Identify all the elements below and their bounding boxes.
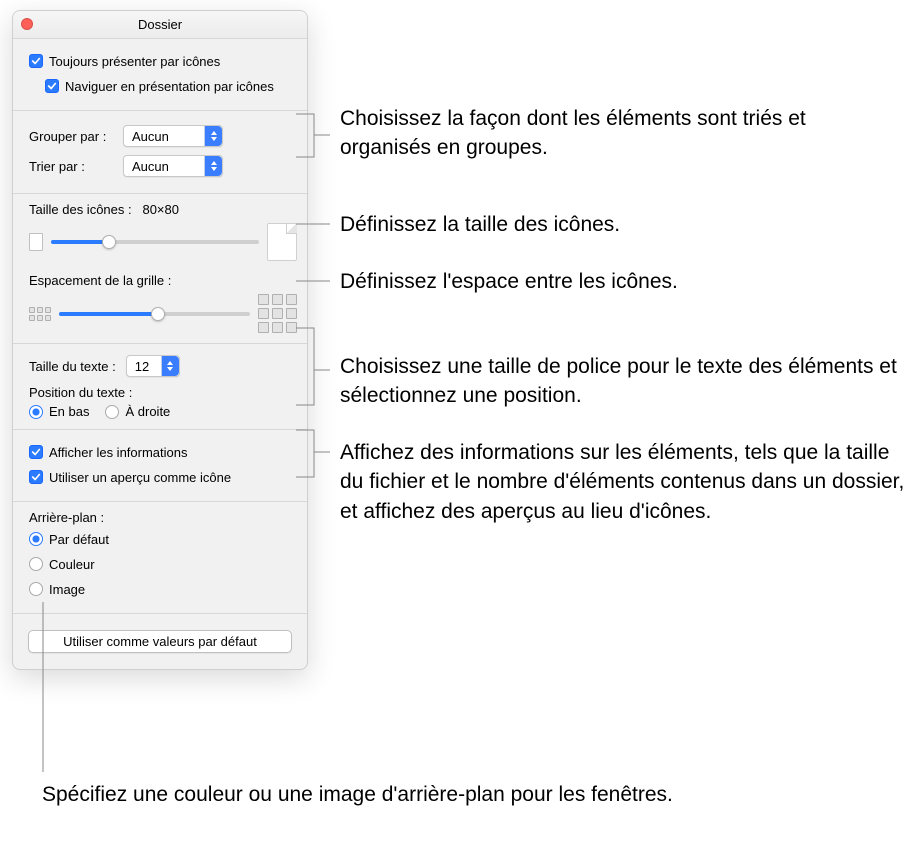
- icon-size-slider[interactable]: [51, 240, 259, 244]
- titlebar[interactable]: Dossier: [13, 11, 307, 39]
- text-size-select[interactable]: 12: [126, 355, 180, 377]
- window-title: Dossier: [138, 17, 182, 32]
- view-options-panel: Dossier Toujours présenter par icônes Na…: [12, 10, 308, 670]
- group-sort-section: Grouper par : Aucun Trier par : Aucun: [13, 111, 307, 194]
- icon-size-label: Taille des icônes :: [29, 202, 132, 217]
- text-section: Taille du texte : 12 Position du texte :…: [13, 344, 307, 430]
- sort-by-value: Aucun: [132, 159, 169, 174]
- label-text-bottom: En bas: [49, 404, 89, 419]
- sort-by-select[interactable]: Aucun: [123, 155, 223, 177]
- radio-text-bottom[interactable]: [29, 405, 43, 419]
- background-label: Arrière-plan :: [29, 510, 297, 525]
- close-icon[interactable]: [21, 18, 33, 30]
- label-always-icons: Toujours présenter par icônes: [49, 54, 220, 69]
- stepper-icon: [161, 356, 179, 376]
- icon-size-section: Taille des icônes : 80×80 Espacement de …: [13, 194, 307, 344]
- grid-tight-icon: [29, 307, 51, 321]
- small-doc-icon: [29, 233, 43, 251]
- callout-background: Spécifiez une couleur ou une image d'arr…: [42, 780, 673, 809]
- label-use-preview: Utiliser un aperçu comme icône: [49, 470, 231, 485]
- use-as-default-button[interactable]: Utiliser comme valeurs par défaut: [28, 630, 292, 653]
- grid-spacing-label: Espacement de la grille :: [29, 273, 297, 288]
- text-size-label: Taille du texte :: [29, 359, 116, 374]
- checkbox-browse-icons[interactable]: [45, 79, 59, 93]
- radio-bg-image[interactable]: [29, 582, 43, 596]
- label-bg-image: Image: [49, 582, 85, 597]
- text-size-value: 12: [135, 359, 149, 374]
- group-by-label: Grouper par :: [29, 129, 123, 144]
- slider-fill: [59, 312, 158, 316]
- panel-footer: Utiliser comme valeurs par défaut: [13, 630, 307, 669]
- radio-bg-default[interactable]: [29, 532, 43, 546]
- checkbox-use-preview[interactable]: [29, 470, 43, 484]
- label-browse-icons: Naviguer en présentation par icônes: [65, 79, 274, 94]
- radio-bg-color[interactable]: [29, 557, 43, 571]
- label-text-right: À droite: [125, 404, 170, 419]
- callout-grid-spacing: Définissez l'espace entre les icônes.: [340, 267, 900, 296]
- slider-fill: [51, 240, 109, 244]
- background-section: Arrière-plan : Par défaut Couleur Image: [13, 502, 307, 614]
- label-bg-color: Couleur: [49, 557, 95, 572]
- stepper-icon: [204, 126, 222, 146]
- callout-icon-size: Définissez la taille des icônes.: [340, 210, 900, 239]
- checkbox-always-icons[interactable]: [29, 54, 43, 68]
- callout-group-sort: Choisissez la façon dont les éléments so…: [340, 104, 900, 163]
- top-checks-section: Toujours présenter par icônes Naviguer e…: [13, 39, 307, 111]
- stepper-icon: [204, 156, 222, 176]
- text-position-label: Position du texte :: [29, 385, 297, 400]
- group-by-value: Aucun: [132, 129, 169, 144]
- large-doc-icon: [267, 223, 297, 261]
- group-by-select[interactable]: Aucun: [123, 125, 223, 147]
- callout-info: Affichez des informations sur les élémen…: [340, 438, 905, 526]
- checkbox-show-info[interactable]: [29, 445, 43, 459]
- grid-wide-icon: [258, 294, 297, 333]
- slider-thumb[interactable]: [102, 235, 116, 249]
- grid-spacing-slider[interactable]: [59, 312, 250, 316]
- label-show-info: Afficher les informations: [49, 445, 188, 460]
- label-bg-default: Par défaut: [49, 532, 109, 547]
- icon-size-value: 80×80: [142, 202, 179, 217]
- slider-thumb[interactable]: [151, 307, 165, 321]
- callout-text: Choisissez une taille de police pour le …: [340, 352, 905, 411]
- sort-by-label: Trier par :: [29, 159, 123, 174]
- radio-text-right[interactable]: [105, 405, 119, 419]
- info-section: Afficher les informations Utiliser un ap…: [13, 430, 307, 502]
